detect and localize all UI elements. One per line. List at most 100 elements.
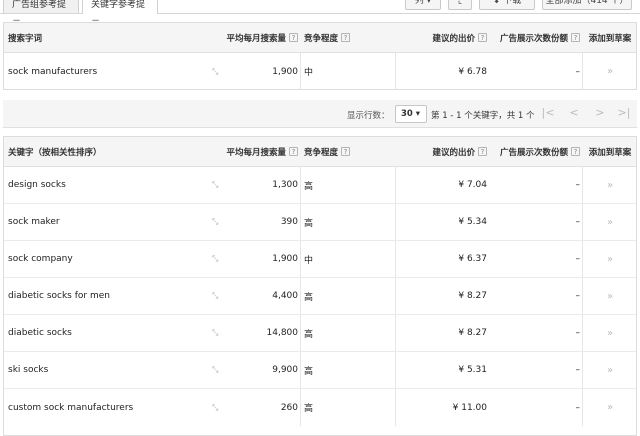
header-competition[interactable]: 竞争程度?: [304, 137, 374, 166]
add-to-plan-icon[interactable]: »: [586, 278, 634, 314]
table-row: ski socks ⤡ 9,900 高 ¥ 5.31 –»: [4, 352, 636, 389]
header-impr-label: 广告展示次数份额: [499, 33, 568, 44]
keyword-cell: sock maker: [8, 217, 60, 227]
table-row: diabetic socks for men ⤡ 4,400 高 ¥ 8.27 –»: [4, 278, 636, 315]
add-to-plan-icon[interactable]: »: [586, 241, 634, 277]
keyword-ideas-table: 关键字（按相关性排序） 平均每月搜索量? 竞争程度? 建议的出价? 广告展示次数…: [3, 136, 637, 436]
column-divider: [300, 315, 301, 351]
header-keyword[interactable]: 关键字（按相关性排序）: [8, 137, 208, 166]
column-divider: [582, 389, 583, 426]
header-volume[interactable]: 平均每月搜索量?: [224, 137, 298, 166]
header-bid[interactable]: 建议的出价?: [399, 137, 487, 166]
header-volume[interactable]: 平均每月搜索量?: [224, 23, 298, 52]
column-divider: [395, 389, 396, 426]
column-divider: [300, 204, 301, 240]
keyword-cell: sock company: [8, 254, 73, 264]
competition-cell: 高: [304, 404, 314, 414]
add-to-plan-icon[interactable]: »: [586, 53, 634, 90]
help-icon[interactable]: ?: [478, 147, 487, 156]
top-toolbar: 广告组参考提示 关键字参考提示 列 ▾ ⌞ ⬇ 下载 全部添加（414 个）: [0, 0, 640, 30]
next-page-icon[interactable]: >: [593, 106, 607, 122]
bid-cell: ¥ 5.34: [458, 217, 487, 227]
header-keyword[interactable]: 搜索字词: [8, 23, 208, 52]
trend-chart-icon[interactable]: ⤡: [212, 167, 224, 203]
bid-cell: ¥ 6.37: [458, 254, 487, 264]
column-divider: [582, 315, 583, 351]
table-row: custom sock manufacturers ⤡ 260 高 ¥ 11.00 –»: [4, 389, 636, 426]
table-row: design socks ⤡ 1,300 高 ¥ 7.04 –»: [4, 167, 636, 204]
column-divider: [582, 53, 583, 90]
impression-share-cell: –: [575, 365, 581, 375]
trend-chart-icon[interactable]: ⤡: [212, 204, 224, 240]
header-bid-label: 建议的出价: [432, 33, 475, 44]
header-competition-label: 竞争程度: [304, 33, 339, 44]
header-impression-share[interactable]: 广告展示次数份额?: [492, 23, 580, 52]
help-icon[interactable]: ?: [289, 33, 298, 42]
bid-cell: ¥ 8.27: [458, 291, 487, 301]
trend-chart-icon[interactable]: ⤡: [212, 389, 224, 426]
table-row: sock manufacturers ⤡ 1,900 中 ¥ 6.78 – »: [4, 53, 636, 90]
rows-per-page-label: 显示行数：: [347, 111, 390, 121]
bid-cell: ¥ 7.04: [458, 180, 487, 190]
help-icon[interactable]: ?: [289, 147, 298, 156]
help-icon[interactable]: ?: [341, 33, 351, 42]
impression-share-cell: –: [575, 180, 581, 190]
table-row: diabetic socks ⤡ 14,800 高 ¥ 8.27 –»: [4, 315, 636, 352]
help-icon[interactable]: ?: [571, 147, 580, 156]
add-to-plan-icon[interactable]: »: [586, 204, 634, 240]
volume-cell: 14,800: [266, 328, 299, 338]
bid-cell: ¥ 5.31: [458, 365, 487, 375]
impression-share-cell: –: [575, 254, 581, 264]
column-divider: [395, 167, 396, 203]
add-to-plan-icon[interactable]: »: [586, 389, 634, 426]
header-impr-label: 广告展示次数份额: [499, 147, 568, 158]
header-volume-label: 平均每月搜索量: [226, 33, 286, 44]
trend-chart-icon[interactable]: ⤡: [212, 315, 224, 351]
impression-share-cell: –: [575, 66, 581, 77]
trend-chart-icon[interactable]: ⤡: [212, 278, 224, 314]
keyword-rows: design socks ⤡ 1,300 高 ¥ 7.04–» sock maker ⤡ 39…: [4, 167, 636, 426]
header-impression-share[interactable]: 广告展示次数份额?: [492, 137, 580, 166]
add-to-plan-icon[interactable]: »: [586, 315, 634, 351]
add-all-button[interactable]: 全部添加（414 个）: [542, 0, 632, 10]
last-page-icon[interactable]: >|: [617, 106, 631, 122]
trend-chart-icon[interactable]: ⤡: [212, 53, 224, 90]
header-add-to-plan: 添加到草案: [588, 147, 632, 158]
prev-page-icon[interactable]: <: [567, 106, 581, 122]
volume-cell: 9,900: [272, 365, 298, 375]
rows-per-page-select[interactable]: 30 ▾: [395, 105, 427, 123]
first-page-icon[interactable]: |<: [541, 106, 555, 122]
column-divider: [300, 241, 301, 277]
bid-cell: ¥ 11.00: [452, 402, 487, 413]
header-competition[interactable]: 竞争程度?: [304, 23, 374, 52]
column-divider: [582, 204, 583, 240]
volume-cell: 4,400: [272, 291, 298, 301]
table-row: sock maker ⤡ 390 高 ¥ 5.34 –»: [4, 204, 636, 241]
keyword-cell: sock manufacturers: [8, 66, 98, 77]
keyword-cell: custom sock manufacturers: [8, 402, 134, 413]
help-icon[interactable]: ?: [341, 147, 351, 156]
column-divider: [395, 315, 396, 351]
tab-keyword-ideas[interactable]: 关键字参考提示: [82, 0, 158, 30]
add-to-plan-icon[interactable]: »: [586, 167, 634, 203]
competition-cell: 中: [304, 255, 314, 266]
column-divider: [395, 278, 396, 314]
trend-chart-icon[interactable]: ⤡: [212, 241, 224, 277]
column-divider: [300, 278, 301, 314]
header-bid[interactable]: 建议的出价?: [399, 23, 487, 52]
competition-cell: 中: [304, 68, 314, 78]
impression-share-cell: –: [575, 402, 581, 413]
trend-chart-icon[interactable]: ⤡: [212, 352, 224, 388]
volume-cell: 260: [280, 402, 298, 413]
help-icon[interactable]: ?: [571, 33, 580, 42]
tab-adgroup-ideas[interactable]: 广告组参考提示: [3, 0, 79, 30]
help-icon[interactable]: ?: [478, 33, 487, 42]
add-to-plan-icon[interactable]: »: [586, 352, 634, 388]
competition-cell: 高: [304, 366, 314, 377]
header-bid-label: 建议的出价: [432, 147, 475, 158]
impression-share-cell: –: [575, 328, 581, 338]
chart-icon[interactable]: ⌞: [448, 0, 472, 10]
column-divider: [395, 241, 396, 277]
columns-button[interactable]: 列 ▾: [405, 0, 441, 10]
download-button[interactable]: ⬇ 下载: [479, 0, 535, 10]
